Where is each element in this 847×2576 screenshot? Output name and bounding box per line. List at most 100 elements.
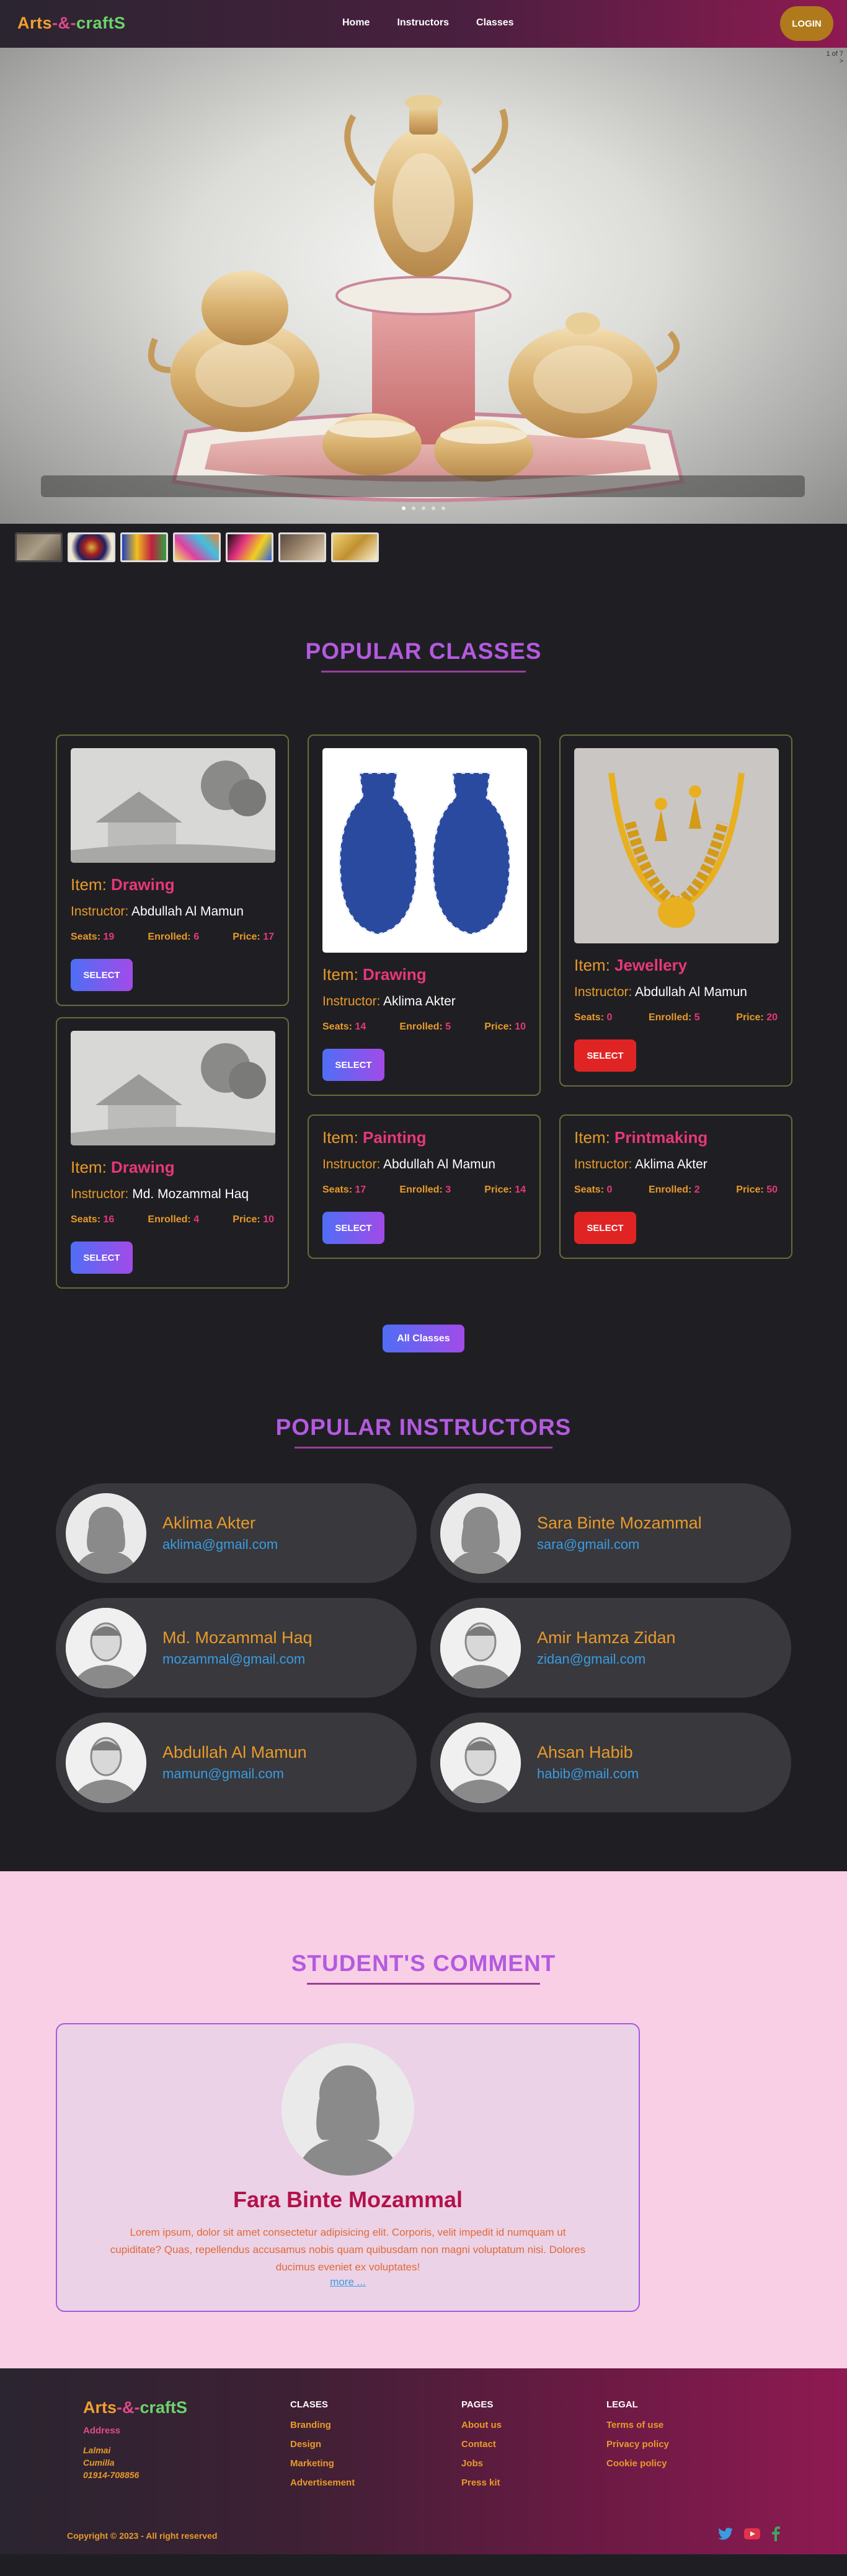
twitter-icon[interactable] — [718, 2528, 733, 2543]
instructor-info: Ahsan Habib habib@mail.com — [537, 1743, 639, 1782]
instructor-email[interactable]: aklima@gmail.com — [162, 1537, 278, 1553]
instructor-info: Amir Hamza Zidan zidan@gmail.com — [537, 1628, 676, 1667]
price-stat: Price: 10 — [233, 1214, 274, 1225]
facebook-icon[interactable] — [771, 2526, 780, 2544]
instructor-card[interactable]: Abdullah Al Mamun mamun@gmail.com — [56, 1713, 417, 1812]
instructor-email[interactable]: habib@mail.com — [537, 1766, 639, 1782]
seats-stat: Seats: 0 — [574, 1184, 612, 1196]
footer-link-privacy[interactable]: Privacy policy — [606, 2439, 669, 2450]
seats-label: Seats: — [574, 1184, 607, 1195]
address-line: Lalmai — [83, 2445, 111, 2455]
select-button[interactable]: SELECT — [71, 1242, 133, 1274]
instructor-email[interactable]: mozammal@gmail.com — [162, 1651, 313, 1667]
instructor-info: Md. Mozammal Haq mozammal@gmail.com — [162, 1628, 313, 1667]
instructor-card[interactable]: Aklima Akter aklima@gmail.com — [56, 1483, 417, 1583]
site-logo[interactable]: Arts-&-craftS — [17, 14, 126, 33]
class-item: Item: Painting — [322, 1128, 526, 1147]
class-instructor: Instructor: Md. Mozammal Haq — [71, 1187, 274, 1202]
thumbnail-painted-art[interactable] — [226, 532, 273, 562]
footer-link-cookie[interactable]: Cookie policy — [606, 2458, 669, 2469]
enrolled-stat: Enrolled: 5 — [649, 1012, 700, 1023]
thumbnail-colorful-craft[interactable] — [120, 532, 168, 562]
select-button[interactable]: SELECT — [322, 1212, 384, 1244]
youtube-icon[interactable] — [744, 2528, 760, 2543]
main-nav: Home Instructors Classes — [342, 17, 541, 29]
instructor-name: Abdullah Al Mamun — [131, 904, 244, 919]
classes-column: Item: Jewellery Instructor: Abdullah Al … — [559, 734, 792, 1259]
price-stat: Price: 14 — [484, 1184, 526, 1196]
footer-link-jobs[interactable]: Jobs — [461, 2458, 502, 2469]
all-classes-button[interactable]: All Classes — [383, 1325, 464, 1352]
price-stat: Price: 50 — [736, 1184, 778, 1196]
thumbnail-mandala-art[interactable] — [68, 532, 115, 562]
thumbnail-tea-set[interactable] — [15, 532, 63, 562]
class-instructor: Instructor: Aklima Akter — [574, 1157, 778, 1172]
price-label: Price: — [484, 1021, 515, 1032]
instructor-label: Instructor: — [322, 1157, 384, 1171]
carousel-dot[interactable] — [441, 506, 445, 510]
logo-part-crafts: craftS — [76, 14, 126, 32]
item-label: Item: — [322, 1128, 363, 1147]
nav-home-link[interactable]: Home — [342, 17, 370, 29]
instructor-name: Md. Mozammal Haq — [132, 1187, 249, 1201]
enrolled-label: Enrolled: — [399, 1021, 446, 1032]
footer-link-about[interactable]: About us — [461, 2420, 502, 2430]
enrolled-value: 5 — [445, 1021, 451, 1032]
footer-link-contact[interactable]: Contact — [461, 2439, 502, 2450]
popular-classes-title: POPULAR CLASSES — [305, 638, 542, 664]
instructor-label: Instructor: — [322, 994, 384, 1008]
enrolled-value: 2 — [694, 1184, 700, 1195]
thumbnail-paper-craft[interactable] — [173, 532, 221, 562]
carousel-dot[interactable] — [422, 506, 425, 510]
title-underline — [295, 1447, 552, 1449]
footer-link-press-kit[interactable]: Press kit — [461, 2477, 502, 2488]
instructor-name: Md. Mozammal Haq — [162, 1628, 313, 1647]
instructor-email[interactable]: zidan@gmail.com — [537, 1651, 676, 1667]
nav-classes-link[interactable]: Classes — [476, 17, 514, 29]
instructor-name: Ahsan Habib — [537, 1743, 633, 1762]
seats-stat: Seats: 14 — [322, 1021, 366, 1033]
instructor-email[interactable]: sara@gmail.com — [537, 1537, 702, 1553]
instructor-info: Sara Binte Mozammal sara@gmail.com — [537, 1514, 702, 1553]
price-label: Price: — [484, 1184, 515, 1195]
thumbnail-gold-art[interactable] — [331, 532, 379, 562]
item-name: Painting — [363, 1128, 427, 1147]
class-card: Item: Drawing Instructor: Abdullah Al Ma… — [56, 734, 289, 1006]
select-button[interactable]: SELECT — [71, 959, 133, 991]
footer-link-terms[interactable]: Terms of use — [606, 2420, 669, 2430]
price-stat: Price: 10 — [484, 1021, 526, 1033]
students-comment-heading: STUDENT'S COMMENT — [0, 1951, 847, 1985]
footer-col-legal: LEGAL Terms of use Privacy policy Cookie… — [606, 2399, 669, 2477]
login-button[interactable]: LOGIN — [780, 6, 833, 41]
read-more-link[interactable]: more ... — [330, 2276, 366, 2288]
instructor-email[interactable]: mamun@gmail.com — [162, 1766, 307, 1782]
footer-link-advertisement[interactable]: Advertisement — [290, 2477, 355, 2488]
instructor-card[interactable]: Ahsan Habib habib@mail.com — [430, 1713, 791, 1812]
instructor-card[interactable]: Md. Mozammal Haq mozammal@gmail.com — [56, 1598, 417, 1698]
footer-col-pages: PAGES About us Contact Jobs Press kit — [461, 2399, 502, 2497]
carousel-dot[interactable] — [402, 506, 406, 510]
select-button-disabled[interactable]: SELECT — [574, 1212, 636, 1244]
footer-link-marketing[interactable]: Marketing — [290, 2458, 355, 2469]
class-image-drawing — [71, 748, 275, 863]
price-label: Price: — [233, 932, 264, 942]
social-links — [718, 2526, 780, 2544]
instructor-card[interactable]: Sara Binte Mozammal sara@gmail.com — [430, 1483, 791, 1583]
select-button[interactable]: SELECT — [322, 1049, 384, 1081]
nav-instructors-link[interactable]: Instructors — [397, 17, 449, 29]
footer-logo[interactable]: Arts-&-craftS — [83, 2398, 187, 2417]
copyright-text: Copyright © 2023 - All right reserved — [67, 2531, 218, 2541]
instructor-label: Instructor: — [574, 1157, 636, 1171]
thumbnail-pottery[interactable] — [278, 532, 326, 562]
footer-link-branding[interactable]: Branding — [290, 2420, 355, 2430]
seats-label: Seats: — [71, 1214, 104, 1225]
item-name: Printmaking — [614, 1128, 708, 1147]
instructor-card[interactable]: Amir Hamza Zidan zidan@gmail.com — [430, 1598, 791, 1698]
logo-part-amp: -&- — [52, 14, 76, 32]
footer-link-design[interactable]: Design — [290, 2439, 355, 2450]
select-button-disabled[interactable]: SELECT — [574, 1039, 636, 1072]
class-stats: Seats: 14 Enrolled: 5 Price: 10 — [322, 1021, 526, 1033]
carousel-dot[interactable] — [432, 506, 435, 510]
enrolled-stat: Enrolled: 3 — [399, 1184, 451, 1196]
carousel-dot[interactable] — [412, 506, 415, 510]
